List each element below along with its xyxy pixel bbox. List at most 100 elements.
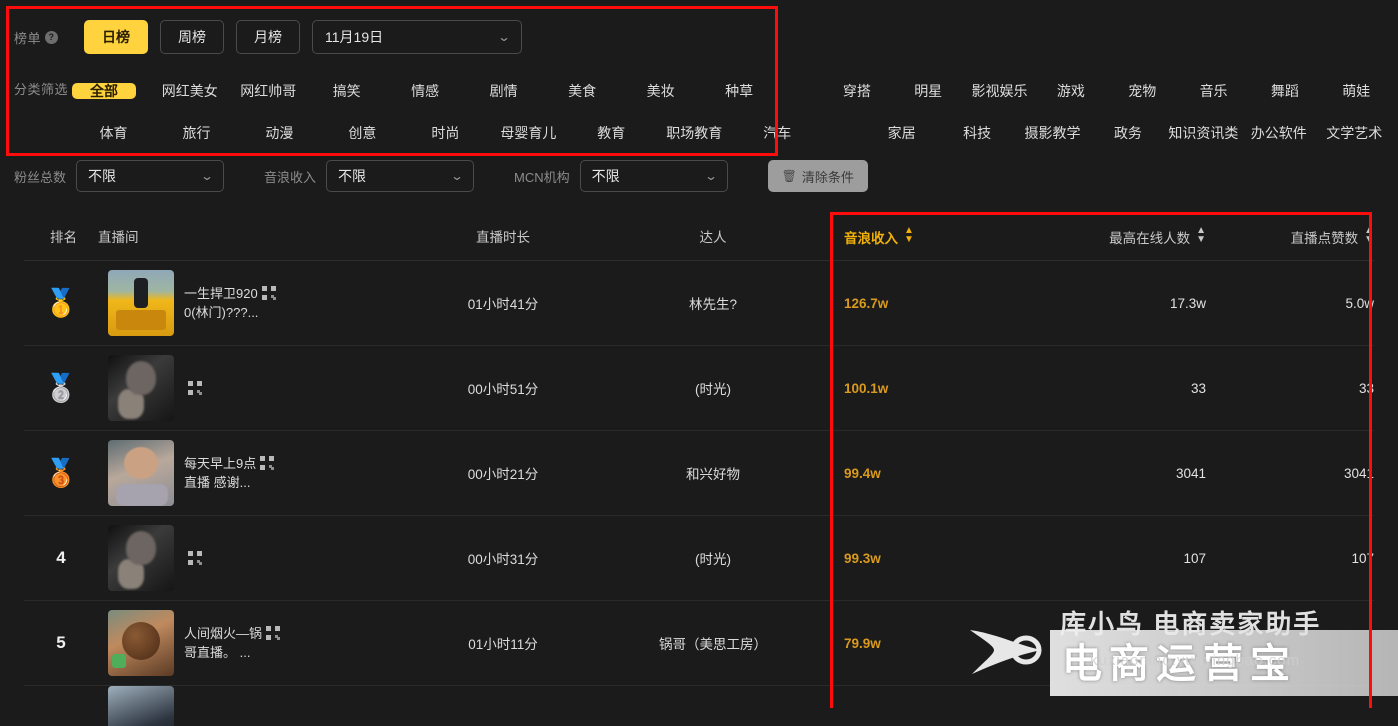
category-all[interactable]: 全部 [72, 83, 136, 99]
room-thumbnail[interactable] [108, 440, 174, 506]
sort-arrows-icon[interactable]: ▲ ▼ [1196, 225, 1206, 244]
column-header-likes-label: 直播点赞数 [1290, 230, 1359, 246]
category-chuanda[interactable]: 穿搭 [821, 81, 892, 101]
column-header-room: 直播间 [98, 230, 139, 245]
period-tab-daily[interactable]: 日榜 [84, 20, 148, 54]
category-jiaju[interactable]: 家居 [864, 123, 939, 143]
category-mingxing[interactable]: 明星 [893, 81, 964, 101]
category-gaoxiao[interactable]: 搞笑 [307, 81, 385, 101]
fans-total-label: 粉丝总数 [14, 169, 67, 185]
column-header-online-label: 最高在线人数 [1109, 230, 1191, 246]
unsupported-glyph-icon [188, 550, 202, 565]
category-mengwa[interactable]: 萌娃 [1321, 81, 1392, 101]
date-select-value: 11月19日 [325, 29, 384, 45]
category-wanghongshuaige[interactable]: 网红帅哥 [229, 81, 307, 101]
room-cell[interactable]: 人间烟火—锅 哥直播。 ... [98, 610, 398, 676]
category-meizhuang[interactable]: 美妆 [621, 81, 699, 101]
unsupported-glyph-icon [188, 380, 202, 395]
category-zhongcao[interactable]: 种草 [700, 81, 778, 101]
room-cell[interactable]: 每天早上9点 直播 感谢... [98, 440, 398, 506]
question-circle-icon[interactable]: ? [45, 30, 59, 44]
category-yinyue[interactable]: 音乐 [1178, 81, 1249, 101]
category-dongman[interactable]: 动漫 [238, 123, 321, 143]
rank-cell: 5 [24, 633, 98, 653]
star-cell: 锅哥（美思工房） [659, 637, 767, 652]
online-cell: 3041 [1175, 465, 1206, 481]
table-row-partial[interactable] [24, 686, 1374, 726]
income-cell: 100.1w [844, 380, 889, 396]
category-wanghongmeinv[interactable]: 网红美女 [150, 81, 228, 101]
category-yingshiyule[interactable]: 影视娱乐 [964, 81, 1035, 101]
category-juqing[interactable]: 剧情 [464, 81, 542, 101]
category-wenxueyishu[interactable]: 文学艺术 [1317, 123, 1392, 143]
live-ranking-page: 榜单 ? 日榜 周榜 月榜 11月19日 ⌄ 分类筛选 全部 网红美女 网红帅哥… [0, 0, 1398, 726]
sort-arrows-icon[interactable]: ▲ ▼ [904, 225, 914, 244]
star-cell: 和兴好物 [686, 467, 740, 482]
income-cell: 99.3w [844, 550, 881, 566]
column-header-likes[interactable]: 直播点赞数 ▲ ▼ [1206, 225, 1374, 247]
table-row[interactable]: 5 人间烟火—锅 哥直播。 ... 01小时11分 锅哥（美思工房） 79.9w [24, 601, 1374, 686]
category-chuangyi[interactable]: 创意 [321, 123, 404, 143]
category-meishi[interactable]: 美食 [543, 81, 621, 101]
category-qiche[interactable]: 汽车 [736, 123, 819, 143]
category-wudao[interactable]: 舞蹈 [1249, 81, 1320, 101]
room-thumbnail[interactable] [108, 270, 174, 336]
date-select[interactable]: 11月19日 ⌄ [312, 20, 522, 54]
room-thumbnail[interactable] [108, 686, 174, 726]
period-tab-monthly[interactable]: 月榜 [236, 20, 300, 54]
category-tiyu[interactable]: 体育 [72, 123, 155, 143]
sort-arrows-icon[interactable]: ▲ ▼ [1364, 225, 1374, 244]
room-thumbnail[interactable] [108, 525, 174, 591]
column-header-income[interactable]: 音浪收入 ▲ ▼ [818, 225, 1018, 247]
category-youxi[interactable]: 游戏 [1035, 81, 1106, 101]
mcn-value: 不限 [591, 168, 620, 184]
category-zhichangjiaoyu[interactable]: 职场教育 [653, 123, 736, 143]
duration-cell: 00小时51分 [467, 382, 539, 397]
category-jiaoyu[interactable]: 教育 [570, 123, 653, 143]
duration-cell: 00小时21分 [467, 467, 539, 482]
fans-total-select[interactable]: 不限 ⌄ [76, 160, 225, 192]
category-bangongruanjian[interactable]: 办公软件 [1241, 123, 1316, 143]
table-row[interactable]: 🥉 每天早上9点 直播 感谢... 00小时21分 和兴好物 99.4w 304… [24, 431, 1374, 516]
column-header-online[interactable]: 最高在线人数 ▲ ▼ [1018, 225, 1206, 247]
category-muyingyuer[interactable]: 母婴育儿 [487, 123, 570, 143]
table-row[interactable]: 🥇 一生捍卫920 0(林门)???... 01小时41分 林先生? 126.7… [24, 261, 1374, 346]
room-cell[interactable] [98, 686, 398, 726]
category-chongwu[interactable]: 宠物 [1107, 81, 1178, 101]
room-title [184, 379, 202, 398]
category-qinggan[interactable]: 情感 [386, 81, 464, 101]
income-cell: 126.7w [844, 295, 889, 311]
clear-filters-button[interactable]: 🗑 清除条件 [767, 160, 868, 192]
room-thumbnail[interactable] [108, 610, 174, 676]
period-tab-weekly[interactable]: 周榜 [160, 20, 224, 54]
category-sheyingjiaoxue[interactable]: 摄影教学 [1015, 123, 1090, 143]
table-row[interactable]: 🥈 00小时51分 (时光) 100.1w 33 33 [24, 346, 1374, 431]
filter-panel: 榜单 ? 日榜 周榜 月榜 11月19日 ⌄ 分类筛选 全部 网红美女 网红帅哥… [0, 0, 1398, 192]
income-value: 不限 [338, 168, 367, 184]
room-cell[interactable] [98, 355, 398, 421]
star-cell: (时光) [695, 382, 731, 397]
category-shishang[interactable]: 时尚 [404, 123, 487, 143]
room-cell[interactable] [98, 525, 398, 591]
table-row[interactable]: 4 00小时31分 (时光) 99.3w 107 107 [24, 516, 1374, 601]
unsupported-glyph-icon [261, 286, 276, 300]
room-title-line1: 人间烟火—锅 [184, 626, 263, 641]
ranking-table: 排名 直播间 直播时长 达人 音浪收入 ▲ ▼ 最高在线人数 ▲ ▼ 直播点赞数 ▲ ▼ 🥇… [24, 212, 1374, 726]
category-zhishizixunlei[interactable]: 知识资讯类 [1166, 123, 1241, 143]
category-label: 分类筛选 [14, 81, 69, 97]
income-label: 音浪收入 [264, 169, 317, 185]
category-lvxing[interactable]: 旅行 [155, 123, 238, 143]
category-keji[interactable]: 科技 [939, 123, 1014, 143]
room-title-line1: 每天早上9点 [184, 456, 257, 471]
rank-cell: 🥈 [24, 374, 98, 402]
bronze-medal-icon: 🥉 [44, 457, 78, 488]
duration-cell: 01小时11分 [468, 637, 538, 652]
rank-cell: 🥇 [24, 289, 98, 317]
income-select[interactable]: 不限 ⌄ [326, 160, 475, 192]
likes-cell: 107 [1351, 550, 1374, 566]
mcn-select[interactable]: 不限 ⌄ [579, 160, 728, 192]
room-cell[interactable]: 一生捍卫920 0(林门)???... [98, 270, 398, 336]
category-zhengwu[interactable]: 政务 [1090, 123, 1165, 143]
room-thumbnail[interactable] [108, 355, 174, 421]
category-label-wrap: 分类筛选 [0, 78, 72, 98]
